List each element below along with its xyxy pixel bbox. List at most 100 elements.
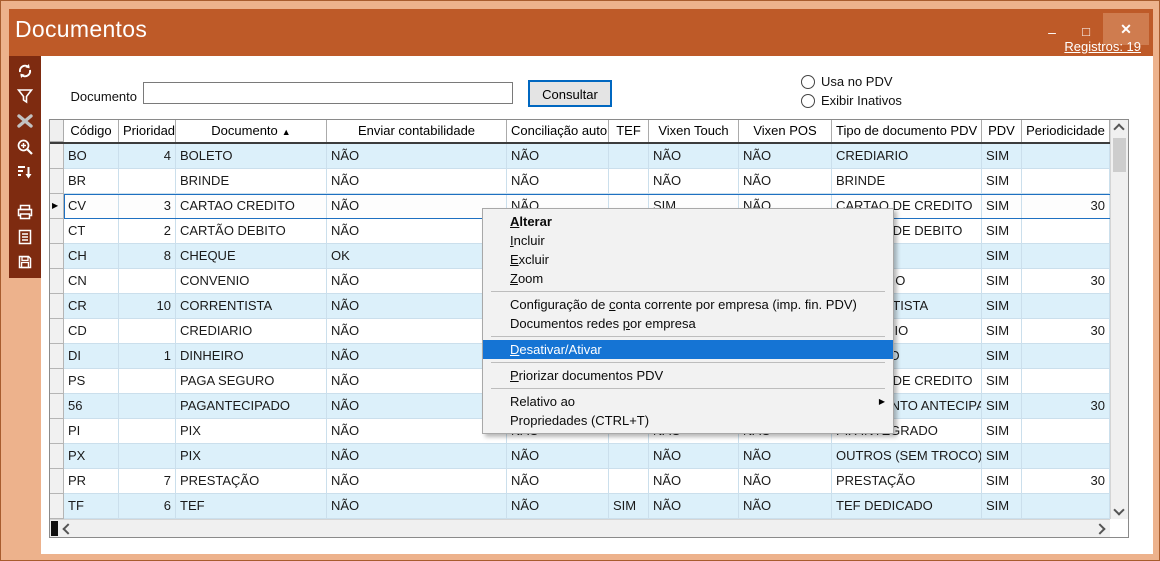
cell-codigo: BR <box>64 169 119 194</box>
menu-item-config-conta-corrente[interactable]: Configuração de conta corrente por empre… <box>483 295 893 314</box>
row-selector[interactable] <box>50 144 64 169</box>
row-selector[interactable] <box>50 219 64 244</box>
row-selector[interactable] <box>50 394 64 419</box>
col-header-tef[interactable]: TEF <box>609 120 649 142</box>
titlebar: Documentos – □ ✕ Registros: 19 <box>9 9 1153 56</box>
scroll-right-icon[interactable] <box>1092 521 1108 537</box>
toolbar-sidebar <box>9 56 41 278</box>
cell-documento: PAGA SEGURO <box>176 369 327 394</box>
radio-usa-no-pdv[interactable]: Usa no PDV <box>801 74 893 89</box>
cell-codigo: CV <box>64 194 119 219</box>
cell-enviar-contabilidade: OK <box>327 244 507 269</box>
cell-documento: CONVENIO <box>176 269 327 294</box>
col-header-pdv[interactable]: PDV <box>982 120 1022 142</box>
row-selector[interactable] <box>50 344 64 369</box>
refresh-icon[interactable] <box>15 61 35 80</box>
print-icon[interactable] <box>15 202 35 221</box>
save-icon[interactable] <box>15 253 35 272</box>
row-selector[interactable] <box>50 169 64 194</box>
cell-periodicidade: 30 <box>1022 469 1110 494</box>
cell-conciliacao-auto: NÃO <box>507 494 609 519</box>
radio-exibir-inativos[interactable]: Exibir Inativos <box>801 93 902 108</box>
menu-item-relativo-ao[interactable]: Relativo ao▶ <box>483 392 893 411</box>
cell-documento: CHEQUE <box>176 244 327 269</box>
sort-icon[interactable] <box>15 163 35 182</box>
cell-codigo: PS <box>64 369 119 394</box>
consultar-button[interactable]: Consultar <box>528 80 612 107</box>
row-selector[interactable]: ▶ <box>50 194 64 219</box>
cell-prioridade: 8 <box>119 244 176 269</box>
cell-codigo: CR <box>64 294 119 319</box>
row-selector[interactable] <box>50 294 64 319</box>
row-selector[interactable] <box>50 494 64 519</box>
table-row-BO[interactable]: BO4BOLETONÃONÃONÃONÃOCREDIARIOSIM <box>50 144 1128 169</box>
row-selector[interactable] <box>50 469 64 494</box>
col-header-enviar-contabilidade[interactable]: Enviar contabilidade <box>327 120 507 142</box>
cell-documento: TEF <box>176 494 327 519</box>
table-row-PX[interactable]: PXPIXNÃONÃONÃONÃOOUTROS (SEM TROCO)SIM <box>50 444 1128 469</box>
report-icon[interactable] <box>15 227 35 246</box>
row-selector[interactable] <box>50 369 64 394</box>
vertical-scrollbar[interactable] <box>1110 120 1128 519</box>
table-row-BR[interactable]: BRBRINDENÃONÃONÃONÃOBRINDESIM <box>50 169 1128 194</box>
menu-item-propriedades[interactable]: Propriedades (CTRL+T) <box>483 411 893 430</box>
cell-periodicidade <box>1022 219 1110 244</box>
cell-periodicidade <box>1022 444 1110 469</box>
col-header-gutter[interactable] <box>50 120 64 142</box>
col-header-vixen-touch[interactable]: Vixen Touch <box>649 120 739 142</box>
col-header-conciliacao-auto[interactable]: Conciliação auto. <box>507 120 609 142</box>
scroll-left-icon[interactable] <box>60 521 76 537</box>
context-menu: AlterarIncluirExcluirZoom Configuração de… <box>482 208 894 434</box>
row-selector[interactable] <box>50 319 64 344</box>
cell-pdv: SIM <box>982 194 1022 219</box>
col-header-tipo-documento-pdv[interactable]: Tipo de documento PDV <box>832 120 982 142</box>
scroll-down-icon[interactable] <box>1111 502 1127 518</box>
cell-documento: PRESTAÇÃO <box>176 469 327 494</box>
cell-enviar-contabilidade: NÃO <box>327 219 507 244</box>
cell-pdv: SIM <box>982 369 1022 394</box>
menu-item-documentos-redes[interactable]: Documentos redes por empresa <box>483 314 893 333</box>
menu-item-priorizar-documentos-pdv[interactable]: Priorizar documentos PDV <box>483 366 893 385</box>
cell-tef <box>609 469 649 494</box>
cell-prioridade: 7 <box>119 469 176 494</box>
cell-prioridade <box>119 269 176 294</box>
menu-item-excluir[interactable]: Excluir <box>483 250 893 269</box>
row-selector[interactable] <box>50 419 64 444</box>
cell-periodicidade <box>1022 419 1110 444</box>
clear-filter-icon[interactable] <box>15 112 35 131</box>
vscroll-thumb[interactable] <box>1113 138 1126 172</box>
filter-icon[interactable] <box>15 86 35 105</box>
col-header-periodicidade[interactable]: Periodicidade <box>1022 120 1110 142</box>
cell-periodicidade <box>1022 369 1110 394</box>
cell-pdv: SIM <box>982 319 1022 344</box>
menu-item-incluir[interactable]: Incluir <box>483 231 893 250</box>
grid-header: CódigoPrioridadeDocumento▲Enviar contabi… <box>50 120 1128 144</box>
table-row-TF[interactable]: TF6TEFNÃONÃOSIMNÃONÃOTEF DEDICADOSIM <box>50 494 1128 519</box>
cell-documento: DINHEIRO <box>176 344 327 369</box>
cell-codigo: CD <box>64 319 119 344</box>
cell-enviar-contabilidade: NÃO <box>327 319 507 344</box>
row-selector[interactable] <box>50 244 64 269</box>
cell-prioridade: 10 <box>119 294 176 319</box>
col-header-vixen-pos[interactable]: Vixen POS <box>739 120 832 142</box>
horizontal-scrollbar[interactable] <box>50 519 1110 537</box>
cell-vixen-touch: NÃO <box>649 144 739 169</box>
col-header-documento[interactable]: Documento▲ <box>176 120 327 142</box>
zoom-icon[interactable] <box>15 137 35 156</box>
scroll-up-icon[interactable] <box>1111 121 1127 137</box>
cell-tipo-documento-pdv: BRINDE <box>832 169 982 194</box>
row-selector[interactable] <box>50 444 64 469</box>
documento-input[interactable] <box>143 82 513 104</box>
row-selector[interactable] <box>50 269 64 294</box>
table-row-PR[interactable]: PR7PRESTAÇÃONÃONÃONÃONÃOPRESTAÇÃOSIM30 <box>50 469 1128 494</box>
menu-item-zoom[interactable]: Zoom <box>483 269 893 288</box>
menu-item-desativar-ativar[interactable]: Desativar/Ativar <box>483 340 893 359</box>
col-header-codigo[interactable]: Código <box>64 120 119 142</box>
hscroll-thumb[interactable] <box>51 521 58 536</box>
registros-link[interactable]: Registros: 19 <box>1064 39 1141 54</box>
cell-vixen-pos: NÃO <box>739 144 832 169</box>
minimize-button[interactable]: – <box>1037 19 1067 45</box>
cell-periodicidade <box>1022 244 1110 269</box>
menu-item-alterar[interactable]: Alterar <box>483 212 893 231</box>
col-header-prioridade[interactable]: Prioridade <box>119 120 176 142</box>
